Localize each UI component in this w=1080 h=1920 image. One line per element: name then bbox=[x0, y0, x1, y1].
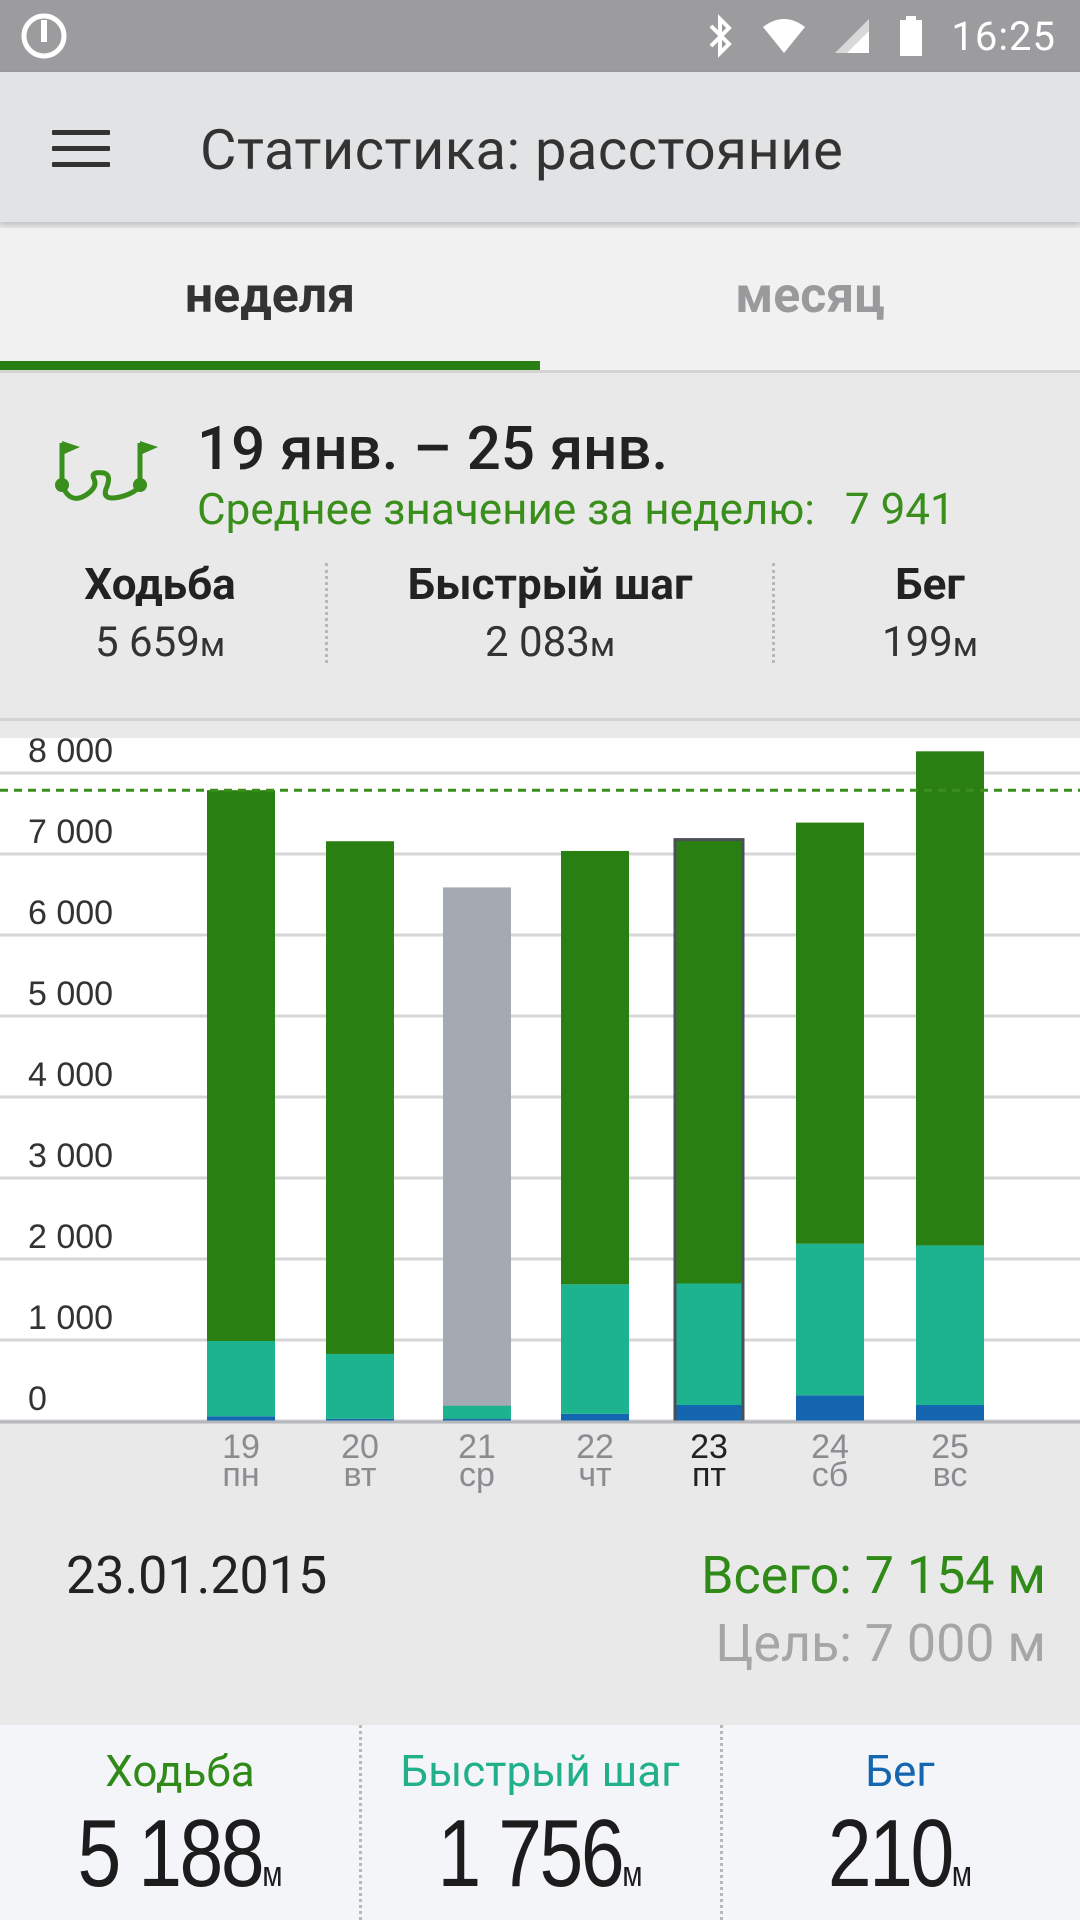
bar-segment bbox=[207, 1341, 275, 1417]
x-tick-sublabel: вт bbox=[344, 1456, 377, 1494]
bar-segment bbox=[916, 751, 984, 1246]
y-tick-label: 7 000 bbox=[28, 813, 113, 851]
y-tick-label: 6 000 bbox=[28, 894, 113, 932]
breakdown-walk-label: Ходьба bbox=[105, 1745, 255, 1797]
bar-segment bbox=[916, 1245, 984, 1405]
bar-segment bbox=[796, 1395, 864, 1422]
wifi-icon bbox=[763, 19, 806, 53]
breakdown-brisk-unit: м bbox=[622, 1853, 643, 1894]
y-tick-label: 2 000 bbox=[28, 1218, 113, 1256]
divider bbox=[772, 563, 775, 663]
app-toolbar: Статистика: расстояние bbox=[0, 72, 1080, 222]
route-icon bbox=[55, 441, 158, 501]
bar-segment bbox=[675, 1283, 743, 1405]
status-time: 16:25 bbox=[951, 12, 1056, 60]
bar-segment bbox=[675, 839, 743, 1284]
day-total: Всего: 7 154 м bbox=[701, 1545, 1046, 1606]
y-tick-label: 1 000 bbox=[28, 1299, 113, 1337]
bar-segment bbox=[326, 841, 394, 1354]
x-tick-sublabel: сб bbox=[812, 1456, 848, 1494]
breakdown-walk-unit: м bbox=[262, 1853, 283, 1894]
app-logo-icon bbox=[21, 13, 67, 59]
battery-icon bbox=[900, 16, 923, 56]
day-goal: Цель: 7 000 м bbox=[715, 1613, 1046, 1674]
bar-segment bbox=[443, 1405, 511, 1419]
x-tick-sublabel: ср bbox=[459, 1456, 495, 1494]
week-summary: 19 янв. – 25 янв. Среднее значение за не… bbox=[0, 373, 1080, 721]
y-tick-label: 0 bbox=[28, 1380, 47, 1418]
summary-brisk-value: 2 083 bbox=[484, 618, 590, 667]
breakdown-brisk-label: Быстрый шаг bbox=[400, 1745, 680, 1797]
bar-segment bbox=[326, 1353, 394, 1419]
distance-chart: 0 1 000 2 000 3 000 4 000 5 000 6 000 7 000 8 00… bbox=[0, 720, 1080, 1520]
weekly-average-label: Среднее значение за неделю: bbox=[197, 483, 815, 535]
bar-segment bbox=[796, 822, 864, 1244]
day-breakdown: Ходьба 5 188м Быстрый шаг 1 756м Бег 210… bbox=[0, 1725, 1080, 1920]
weekly-average-value: 7 941 bbox=[844, 483, 955, 535]
active-tab-indicator bbox=[0, 361, 540, 370]
bar-segment bbox=[561, 1284, 629, 1414]
breakdown-brisk: Быстрый шаг 1 756м bbox=[360, 1725, 720, 1920]
bar-segment bbox=[796, 1243, 864, 1396]
selected-day-details: 23.01.2015 Всего: 7 154 м Цель: 7 000 м bbox=[0, 1500, 1080, 1725]
summary-walk: Ходьба 5 659м bbox=[20, 558, 300, 667]
bluetooth-icon bbox=[709, 14, 733, 58]
y-tick-label: 5 000 bbox=[28, 975, 113, 1013]
summary-run-label: Бег bbox=[895, 558, 965, 610]
period-tabs: неделя месяц bbox=[0, 228, 1080, 373]
summary-run-unit: м bbox=[952, 625, 979, 665]
breakdown-run-value: 210 bbox=[827, 1800, 954, 1907]
tab-week[interactable]: неделя bbox=[0, 228, 540, 370]
breakdown-walk-value: 5 188 bbox=[77, 1800, 264, 1907]
breakdown-brisk-value: 1 756 bbox=[437, 1800, 624, 1907]
signal-icon bbox=[835, 19, 870, 53]
x-tick-sublabel: чт bbox=[578, 1456, 611, 1494]
distance-bar-chart[interactable]: 0 1 000 2 000 3 000 4 000 5 000 6 000 7 000 8 00… bbox=[0, 720, 1080, 1520]
weekly-average: Среднее значение за неделю: 7 941 bbox=[197, 483, 955, 535]
x-tick-sublabel: пт bbox=[692, 1456, 726, 1494]
x-tick-sublabel: пн bbox=[222, 1456, 259, 1494]
x-tick-sublabel: вс bbox=[933, 1456, 968, 1494]
y-tick-label: 4 000 bbox=[28, 1056, 113, 1094]
summary-brisk-label: Быстрый шаг bbox=[407, 558, 693, 610]
y-tick-label: 3 000 bbox=[28, 1137, 113, 1175]
breakdown-walk: Ходьба 5 188м bbox=[0, 1725, 360, 1920]
summary-walk-unit: м bbox=[199, 625, 226, 665]
bar-inactive bbox=[443, 887, 511, 1422]
summary-walk-label: Ходьба bbox=[84, 558, 236, 610]
breakdown-run-label: Бег bbox=[865, 1745, 935, 1797]
bar-segment bbox=[916, 1404, 984, 1422]
tab-month[interactable]: месяц bbox=[540, 228, 1080, 370]
bar-segment bbox=[207, 790, 275, 1341]
y-tick-label: 8 000 bbox=[28, 732, 113, 770]
bar-segment bbox=[561, 850, 629, 1285]
summary-run-value: 199 bbox=[881, 618, 953, 667]
breakdown-run-unit: м bbox=[951, 1853, 973, 1894]
bar-segment bbox=[675, 1404, 743, 1422]
page-title: Статистика: расстояние bbox=[200, 117, 844, 183]
summary-brisk-unit: м bbox=[589, 625, 616, 665]
status-bar: 16:25 bbox=[0, 0, 1080, 72]
divider bbox=[325, 563, 328, 663]
summary-run: Бег 199м bbox=[790, 558, 1070, 667]
summary-walk-value: 5 659 bbox=[94, 618, 200, 667]
menu-icon[interactable] bbox=[52, 130, 110, 170]
selected-date: 23.01.2015 bbox=[66, 1545, 328, 1606]
date-range: 19 янв. – 25 янв. bbox=[197, 413, 669, 484]
summary-brisk: Быстрый шаг 2 083м bbox=[340, 558, 760, 667]
breakdown-run: Бег 210м bbox=[720, 1725, 1080, 1920]
